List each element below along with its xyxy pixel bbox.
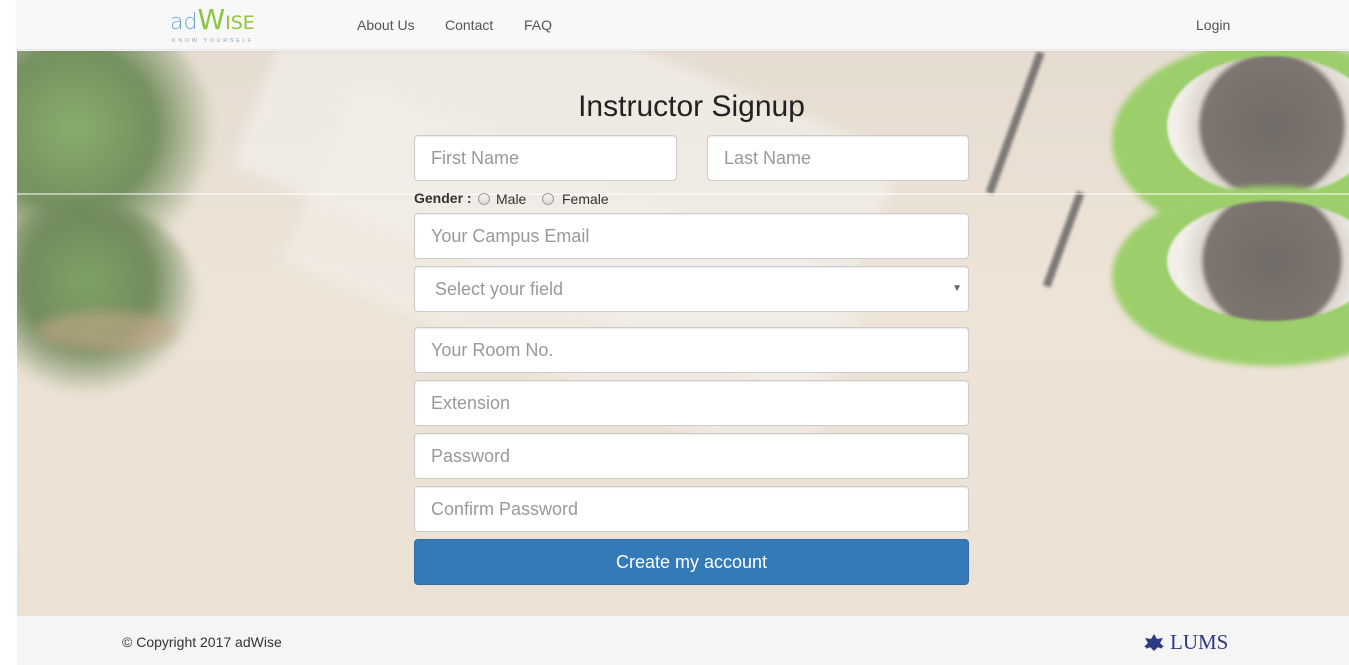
adwise-logo[interactable]: adWISE KNOW YOURSELF [170, 4, 266, 46]
field-select[interactable]: Select your field ▼ [414, 266, 969, 312]
campus-email-input[interactable] [414, 213, 969, 259]
logo-w: W [197, 3, 226, 36]
logo-ad: ad [170, 10, 198, 35]
logo-ise: ISE [225, 12, 255, 34]
logo-tagline: KNOW YOURSELF [172, 38, 254, 44]
nav-about-us[interactable]: About Us [357, 17, 415, 33]
password-input[interactable] [414, 433, 969, 479]
gender-male-label[interactable]: Male [496, 191, 526, 207]
chevron-down-icon: ▼ [952, 283, 962, 294]
gender-female-label[interactable]: Female [562, 191, 609, 207]
top-navbar: adWISE KNOW YOURSELF About Us Contact FA… [17, 0, 1349, 50]
nav-faq[interactable]: FAQ [524, 17, 552, 33]
last-name-input[interactable] [707, 135, 969, 181]
gender-label: Gender : [414, 190, 472, 206]
lums-wordmark: LUMS [1170, 630, 1229, 654]
extension-input[interactable] [414, 380, 969, 426]
page-title: Instructor Signup [578, 90, 805, 123]
confirm-password-input[interactable] [414, 486, 969, 532]
create-account-button[interactable]: Create my account [414, 539, 969, 585]
first-name-input[interactable] [414, 135, 677, 181]
nav-login[interactable]: Login [1196, 17, 1230, 33]
field-select-value: Select your field [435, 279, 564, 299]
copyright-text: © Copyright 2017 adWise [122, 634, 282, 650]
footer: © Copyright 2017 adWise LUMS [17, 616, 1349, 665]
gender-female-radio[interactable] [542, 193, 554, 205]
lums-crest-icon [1144, 634, 1164, 651]
logo-wordmark: adWISE [170, 4, 255, 39]
room-number-input[interactable] [414, 327, 969, 373]
gender-male-radio[interactable] [478, 193, 490, 205]
nav-contact[interactable]: Contact [445, 17, 493, 33]
page: adWISE KNOW YOURSELF About Us Contact FA… [17, 0, 1349, 665]
instructor-signup-form: Instructor Signup Gender : Male Female S… [17, 0, 1349, 665]
